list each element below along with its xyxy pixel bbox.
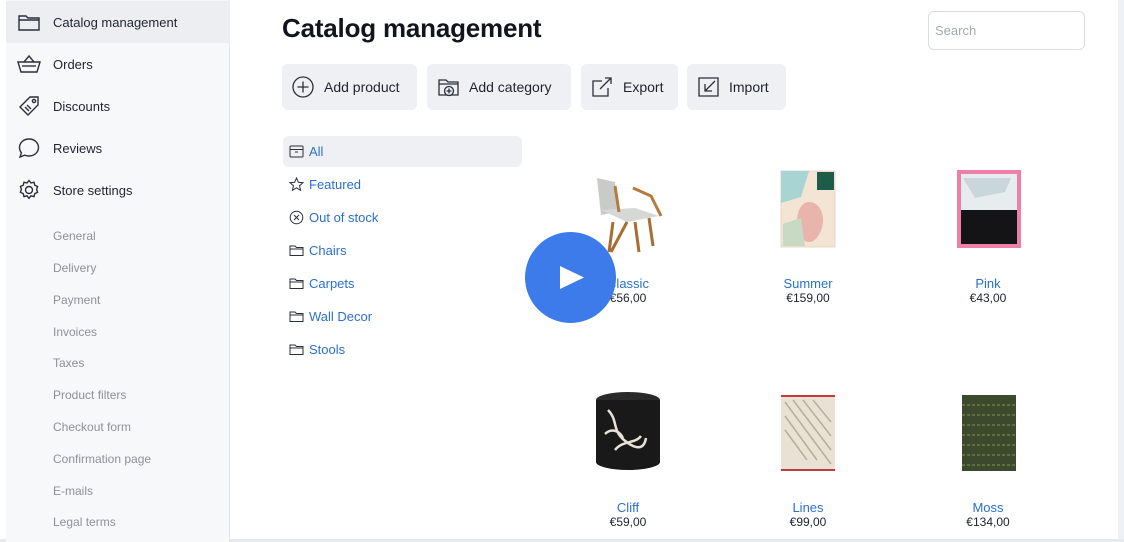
category-wall-decor[interactable]: Wall Decor [283, 301, 522, 332]
product-card-moss[interactable]: Moss €134,00 [913, 390, 1063, 540]
window-edge-right [1118, 0, 1124, 542]
settings-sub-item-delivery[interactable]: Delivery [53, 261, 96, 275]
sidebar-item-label: Store settings [53, 182, 133, 198]
product-card-summer[interactable]: Summer €159,00 [733, 166, 883, 316]
product-image-lines-carpet [781, 395, 835, 471]
settings-sub-item-legal-terms[interactable]: Legal terms [53, 515, 116, 529]
sidebar-item-label: Catalog management [53, 14, 178, 30]
category-all[interactable]: All [283, 136, 522, 167]
video-play-button[interactable] [525, 232, 616, 323]
product-image-summer-carpet [780, 170, 836, 248]
category-label: All [309, 144, 324, 159]
settings-sub-item-confirmation-page[interactable]: Confirmation page [53, 452, 151, 466]
settings-sub-item-checkout-form[interactable]: Checkout form [53, 420, 131, 434]
settings-sub-item-general[interactable]: General [53, 229, 96, 243]
sidebar-item-discounts[interactable]: Discounts [6, 85, 230, 127]
sidebar-item-catalog-management[interactable]: Catalog management [6, 1, 230, 43]
product-price: €134,00 [966, 515, 1010, 529]
category-carpets[interactable]: Carpets [283, 268, 522, 299]
add-folder-icon [437, 76, 461, 98]
settings-sub-item-emails[interactable]: E-mails [53, 484, 93, 498]
category-label: Wall Decor [309, 309, 373, 324]
sidebar-item-label: Reviews [53, 140, 103, 156]
tag-icon [16, 94, 42, 118]
product-name: Pink [975, 276, 1001, 291]
settings-sub-item-payment[interactable]: Payment [53, 293, 100, 307]
import-icon [697, 76, 721, 98]
category-stools[interactable]: Stools [283, 334, 522, 365]
folder-icon [16, 10, 42, 34]
product-name: Cliff [616, 500, 640, 515]
sidebar-item-orders[interactable]: Orders [6, 43, 230, 85]
page-title: Catalog management [282, 13, 542, 43]
product-price: €43,00 [969, 291, 1007, 305]
add-product-button[interactable]: Add product [282, 64, 417, 110]
sidebar-item-label: Orders [53, 56, 93, 72]
search-input[interactable] [928, 11, 1085, 50]
add-product-label: Add product [324, 79, 400, 95]
settings-sub-item-invoices[interactable]: Invoices [53, 325, 97, 339]
gear-icon [16, 178, 42, 202]
play-icon [560, 266, 584, 289]
product-name: Moss [972, 500, 1004, 515]
folder-icon [289, 243, 304, 258]
product-price: €59,00 [609, 515, 647, 529]
product-card-cliff[interactable]: Cliff €59,00 [553, 390, 703, 540]
settings-sub-item-product-filters[interactable]: Product filters [53, 388, 126, 402]
category-label: Chairs [309, 243, 347, 258]
settings-sub-item-taxes[interactable]: Taxes [53, 356, 84, 370]
product-image-pink-wall-decor [957, 170, 1021, 248]
archive-icon [289, 144, 304, 159]
category-label: Carpets [309, 276, 355, 291]
category-out-of-stock[interactable]: Out of stock [283, 202, 522, 233]
export-button[interactable]: Export [581, 64, 678, 110]
product-image-moss-carpet [962, 395, 1016, 471]
folder-icon [289, 276, 304, 291]
import-button[interactable]: Import [687, 64, 786, 110]
category-label: Stools [309, 342, 346, 357]
star-icon [288, 176, 305, 192]
folder-icon [289, 309, 304, 324]
category-chairs[interactable]: Chairs [283, 235, 522, 266]
add-category-button[interactable]: Add category [427, 64, 571, 110]
product-price: €159,00 [786, 291, 830, 305]
product-name: Lines [792, 500, 824, 515]
folder-icon [289, 342, 304, 357]
category-featured[interactable]: Featured [283, 169, 522, 200]
category-label: Out of stock [309, 210, 379, 225]
sidebar-item-label: Discounts [53, 98, 111, 114]
product-card-pink[interactable]: Pink €43,00 [913, 166, 1063, 316]
import-label: Import [729, 79, 769, 95]
sidebar-item-reviews[interactable]: Reviews [6, 127, 230, 169]
add-category-label: Add category [469, 79, 552, 95]
product-price: €99,00 [789, 515, 827, 529]
sidebar-item-store-settings[interactable]: Store settings [6, 169, 230, 211]
export-icon [591, 76, 615, 98]
product-name: Summer [783, 276, 833, 291]
sidebar: Catalog management Orders Discounts Revi… [6, 0, 230, 542]
category-label: Featured [309, 177, 362, 192]
product-card-lines[interactable]: Lines €99,00 [733, 390, 883, 540]
export-label: Export [623, 79, 664, 95]
product-image-cliff-stool [596, 392, 660, 470]
basket-icon [16, 52, 42, 76]
x-circle-icon [289, 210, 304, 225]
chat-bubble-icon [16, 136, 42, 160]
plus-circle-icon [292, 76, 316, 98]
